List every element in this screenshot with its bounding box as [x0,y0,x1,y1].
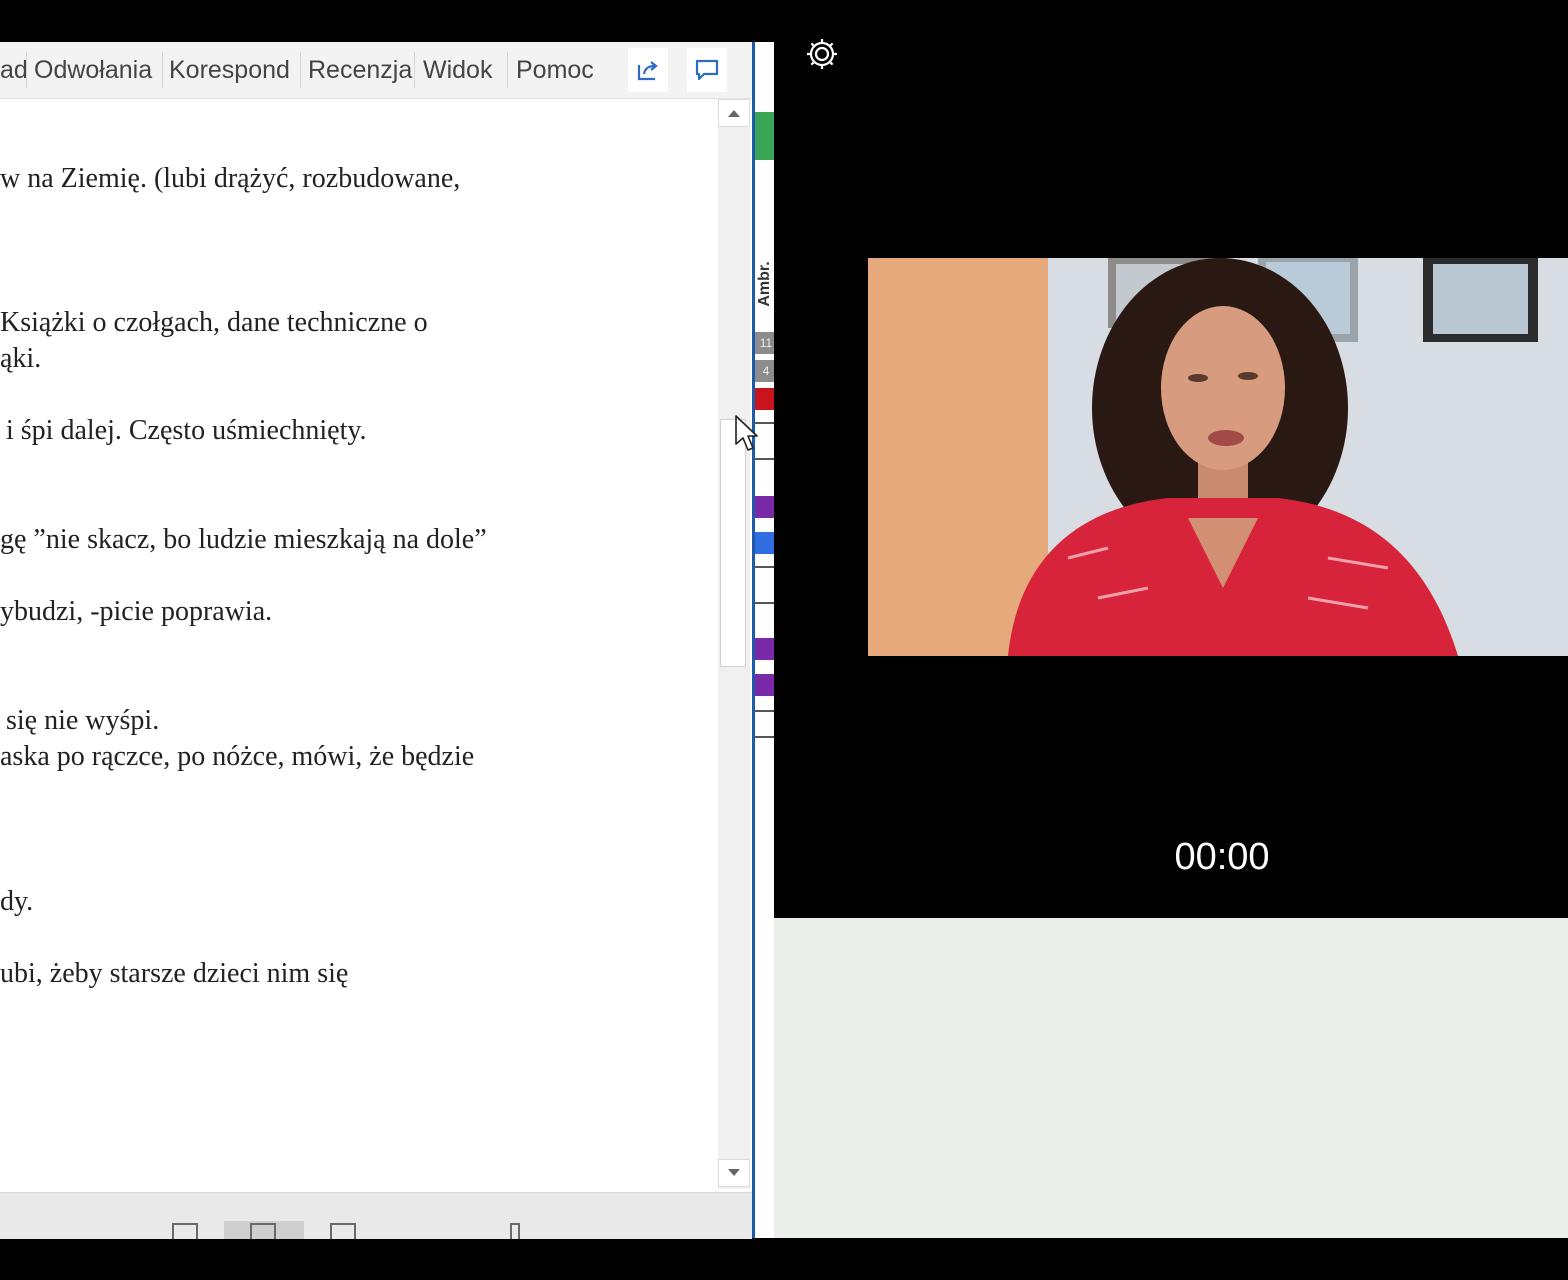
tab-separator [414,52,415,88]
document-line: ybudzi, -picie poprawia. [0,596,273,627]
tab-widok[interactable]: Widok [423,48,492,92]
comments-button[interactable] [687,48,727,92]
strip-purple-block [755,638,774,660]
tab-pomoc[interactable]: Pomoc [516,48,594,92]
tab-separator [300,52,301,88]
scroll-down-button[interactable] [718,1159,750,1187]
strip-number: 4 [755,360,774,382]
tab-uklad[interactable]: ad [0,48,28,92]
document-line: Książki o czołgach, dane techniczne o [0,307,428,338]
mouse-cursor-icon [735,415,758,451]
strip-blue-block [755,532,774,554]
webcam-frame-image [868,258,1568,656]
document-line: dy. [0,886,34,917]
tab-separator [162,52,163,88]
gear-icon[interactable] [804,36,840,72]
tab-korespondencja[interactable]: Korespond [169,48,290,92]
strip-divider [755,602,774,604]
tab-separator [507,52,508,88]
document-line: gę ”nie skacz, bo ludzie mieszkają na do… [0,524,487,555]
comment-icon [695,59,719,81]
document-line: ubi, żeby starsze dzieci nim się [0,958,349,989]
tab-recenzja[interactable]: Recenzja [308,48,412,92]
document-line: i śpi dalej. Często uśmiechnięty. [6,415,367,446]
web-layout-icon[interactable] [330,1223,356,1239]
chevron-down-icon [728,1169,740,1176]
strip-divider [755,566,774,568]
share-icon [637,61,658,81]
document-line: w na Ziemię. (lubi drążyć, rozbudowane, [0,163,461,194]
read-mode-icon[interactable] [172,1223,198,1239]
strip-divider [755,736,774,738]
zoom-slider-handle[interactable] [510,1223,520,1239]
tab-separator [26,52,27,88]
document-line: się nie wyśpi. [6,705,160,736]
word-window: ad Odwołania Korespond Recenzja Widok Po… [0,42,752,1239]
document-page[interactable]: w na Ziemię. (lubi drążyć, rozbudowane, … [0,99,716,1189]
side-color-strip: Ambr. 11 4 [752,42,774,1238]
empty-area [774,918,1568,1238]
strip-divider [755,458,774,460]
print-layout-icon[interactable] [250,1223,276,1239]
strip-label-wrap: Ambr. [756,240,774,330]
vertical-scrollbar[interactable] [718,99,750,1189]
document-line: aska po rączce, po nóżce, mówi, że będzi… [0,741,475,772]
tab-odwolania[interactable]: Odwołania [34,48,152,92]
strip-red-block [755,388,774,410]
strip-purple-block [755,674,774,696]
share-button[interactable] [628,48,668,92]
strip-purple-block [755,496,774,518]
scroll-up-button[interactable] [718,99,750,127]
strip-divider [755,710,774,712]
strip-green-block [755,112,774,160]
document-line: ąki. [0,343,42,374]
strip-number: 11 [755,332,774,354]
status-bar [0,1192,752,1239]
scrollbar-thumb[interactable] [720,419,746,667]
ribbon-tabs-bar: ad Odwołania Korespond Recenzja Widok Po… [0,42,752,99]
chevron-up-icon [728,110,740,117]
video-timer: 00:00 [1174,836,1270,878]
webcam-video-feed [868,258,1568,656]
strip-label: Ambr. [756,261,773,307]
